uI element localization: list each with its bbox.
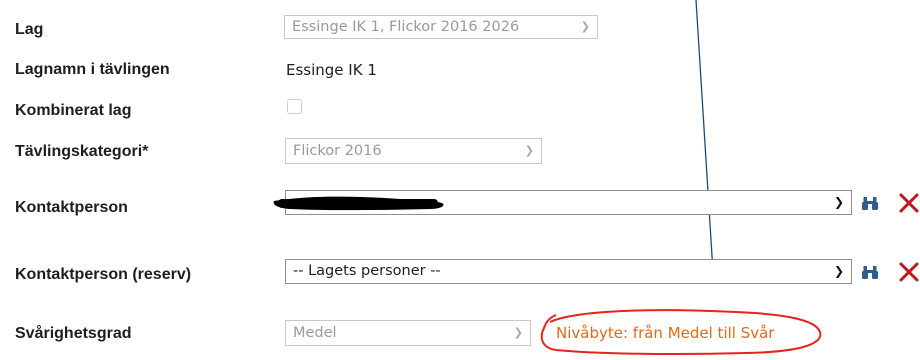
label-svarighet: Svårighetsgrad [15,325,132,342]
chevron-down-icon: ❯ [524,144,534,157]
svarighet-value: Medel [293,325,337,341]
kategori-select[interactable]: Flickor 2016 ❯ [285,138,542,164]
chevron-down-icon: ❯ [580,20,590,33]
label-reserv: Kontaktperson (reserv) [15,266,192,283]
chevron-down-icon: ❯ [833,264,844,278]
kombinerat-checkbox[interactable] [287,99,302,114]
redaction-mark [273,196,444,211]
close-icon[interactable] [898,261,920,283]
binoculars-icon[interactable] [861,194,879,212]
svarighet-select[interactable]: Medel ❯ [285,320,531,346]
close-icon[interactable] [898,192,920,214]
label-lagnamn: Lagnamn i tävlingen [15,61,170,78]
lag-value: Essinge IK 1, Flickor 2016 2026 [292,19,520,35]
label-kategori: Tävlingskategori* [15,143,149,160]
lagnamn-value: Essinge IK 1 [286,61,377,79]
reserv-value: -- Lagets personer -- [293,263,441,279]
kategori-value: Flickor 2016 [293,143,382,159]
label-kombinerat: Kombinerat lag [15,102,132,119]
label-lag: Lag [15,21,44,38]
label-kontakt: Kontaktperson [15,199,128,216]
lag-select[interactable]: Essinge IK 1, Flickor 2016 2026 ❯ [284,15,598,39]
chevron-down-icon: ❯ [513,326,523,339]
binoculars-icon[interactable] [861,263,879,281]
chevron-down-icon: ❯ [833,195,844,209]
level-change-note: Nivåbyte: från Medel till Svår [556,324,775,342]
reserv-select[interactable]: -- Lagets personer -- ❯ [285,259,852,284]
